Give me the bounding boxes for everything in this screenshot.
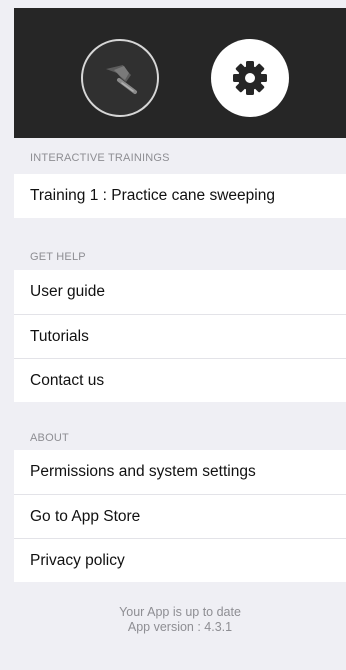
section-header-interactive-trainings: INTERACTIVE TRAININGS	[30, 152, 170, 164]
settings-button[interactable]	[211, 39, 289, 117]
list-item-contact-us[interactable]: Contact us	[14, 358, 346, 402]
list-item-tutorials[interactable]: Tutorials	[14, 314, 346, 358]
app-version-text: App version : 4.3.1	[127, 620, 233, 634]
top-bar	[14, 8, 346, 138]
list-item-privacy-policy[interactable]: Privacy policy	[14, 538, 346, 582]
section-header-get-help: GET HELP	[30, 251, 86, 263]
settings-list: INTERACTIVE TRAININGS Training 1 : Pract…	[14, 138, 346, 670]
group-get-help: User guide Tutorials Contact us	[14, 270, 346, 402]
list-item-permissions[interactable]: Permissions and system settings	[14, 450, 346, 494]
cane-button[interactable]	[81, 39, 159, 117]
list-item-app-store[interactable]: Go to App Store	[14, 494, 346, 538]
list-item-user-guide[interactable]: User guide	[14, 270, 346, 314]
gear-icon	[233, 61, 267, 95]
cane-icon	[106, 65, 137, 94]
settings-screen: INTERACTIVE TRAININGS Training 1 : Pract…	[0, 0, 346, 670]
group-interactive-trainings: Training 1 : Practice cane sweeping	[14, 174, 346, 218]
list-item-training-1[interactable]: Training 1 : Practice cane sweeping	[14, 174, 346, 218]
group-about: Permissions and system settings Go to Ap…	[14, 450, 346, 582]
section-header-about: ABOUT	[30, 432, 69, 444]
app-status-footer: Your App is up to date App version : 4.3…	[14, 582, 346, 635]
update-status-text: Your App is up to date	[119, 605, 241, 619]
